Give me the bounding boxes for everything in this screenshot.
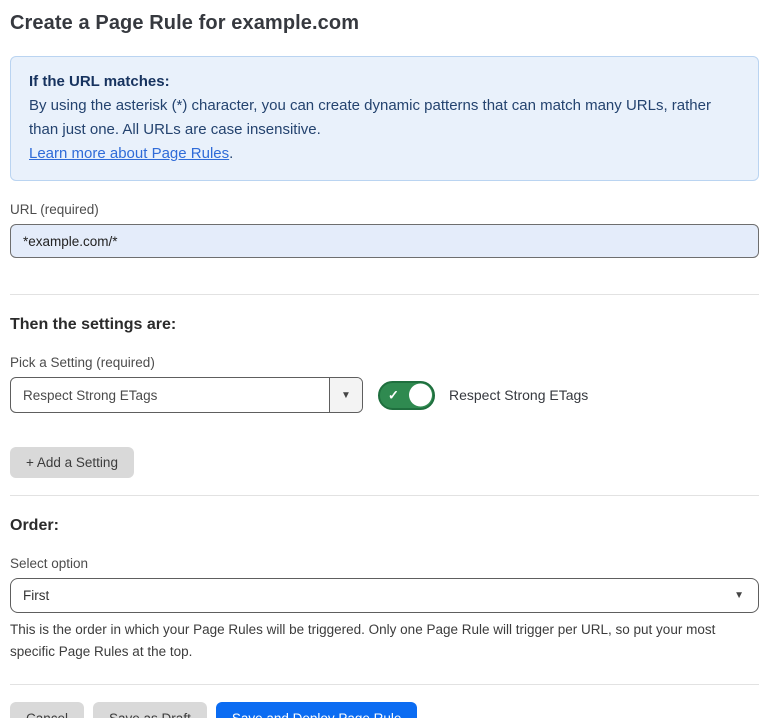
url-input-value: *example.com/* — [23, 234, 118, 249]
info-box-body: By using the asterisk (*) character, you… — [29, 94, 740, 142]
check-icon: ✓ — [388, 389, 399, 402]
save-draft-button[interactable]: Save as Draft — [93, 702, 207, 718]
url-field-label: URL (required) — [10, 202, 759, 217]
order-help-text: This is the order in which your Page Rul… — [10, 619, 759, 663]
info-box-link-line: Learn more about Page Rules. — [29, 142, 740, 166]
toggle-knob — [409, 384, 432, 407]
create-page-rule-panel: Create a Page Rule for example.com If th… — [0, 0, 769, 718]
save-deploy-button[interactable]: Save and Deploy Page Rule — [216, 702, 418, 718]
order-select[interactable]: First ▼ — [10, 578, 759, 613]
setting-dropdown[interactable]: Respect Strong ETags ▼ — [10, 377, 363, 413]
divider — [10, 294, 759, 295]
toggle-label: Respect Strong ETags — [449, 387, 588, 403]
url-input[interactable]: *example.com/* — [10, 224, 759, 258]
add-setting-button[interactable]: + Add a Setting — [10, 447, 134, 478]
order-select-value: First — [23, 588, 49, 603]
cancel-button[interactable]: Cancel — [10, 702, 84, 718]
link-suffix: . — [229, 145, 233, 162]
setting-toggle[interactable]: ✓ — [378, 381, 435, 410]
chevron-down-icon: ▼ — [734, 590, 744, 601]
footer-button-row: Cancel Save as Draft Save and Deploy Pag… — [10, 702, 759, 718]
settings-section-heading: Then the settings are: — [10, 316, 759, 334]
pick-setting-label: Pick a Setting (required) — [10, 355, 759, 370]
setting-row: Respect Strong ETags ▼ ✓ Respect Strong … — [10, 377, 759, 413]
setting-dropdown-value: Respect Strong ETags — [11, 378, 329, 412]
info-box-heading: If the URL matches: — [29, 70, 740, 94]
divider — [10, 684, 759, 685]
page-title: Create a Page Rule for example.com — [10, 12, 759, 35]
learn-more-link[interactable]: Learn more about Page Rules — [29, 145, 229, 162]
setting-dropdown-arrow-button[interactable]: ▼ — [329, 378, 362, 412]
chevron-down-icon: ▼ — [341, 390, 351, 401]
divider — [10, 495, 759, 496]
order-select-label: Select option — [10, 556, 759, 571]
order-section-heading: Order: — [10, 517, 759, 535]
url-match-info-box: If the URL matches: By using the asteris… — [10, 56, 759, 181]
